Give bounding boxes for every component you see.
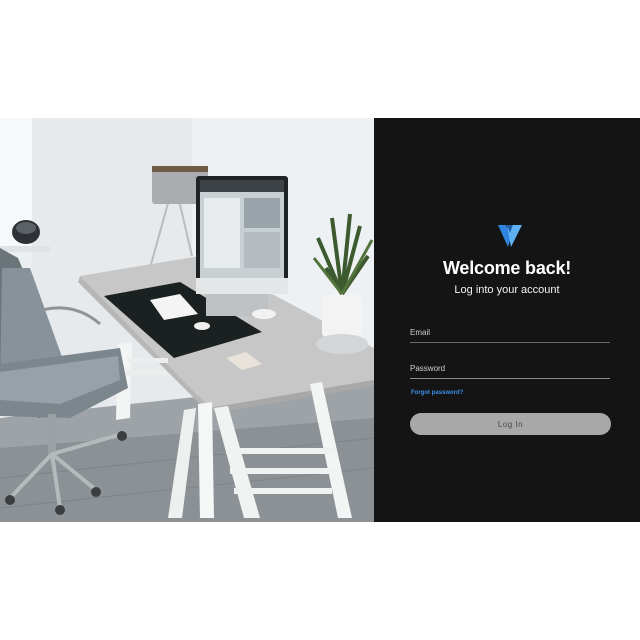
login-subtitle: Log into your account: [454, 284, 560, 296]
brand-v-logo-icon: [498, 225, 522, 247]
forgot-password-link[interactable]: Forgot password?: [411, 390, 463, 396]
password-field-wrapper: [410, 360, 610, 379]
login-page: Welcome back! Log into your account Forg…: [0, 118, 640, 522]
email-field-wrapper: [410, 324, 610, 343]
password-field[interactable]: [410, 360, 610, 376]
login-button[interactable]: Log In: [410, 413, 611, 435]
workspace-photo: [0, 118, 374, 522]
email-field[interactable]: [410, 324, 610, 340]
workspace-illustration: [0, 118, 374, 522]
login-panel: Welcome back! Log into your account Forg…: [374, 118, 640, 522]
welcome-title: Welcome back!: [442, 258, 572, 278]
